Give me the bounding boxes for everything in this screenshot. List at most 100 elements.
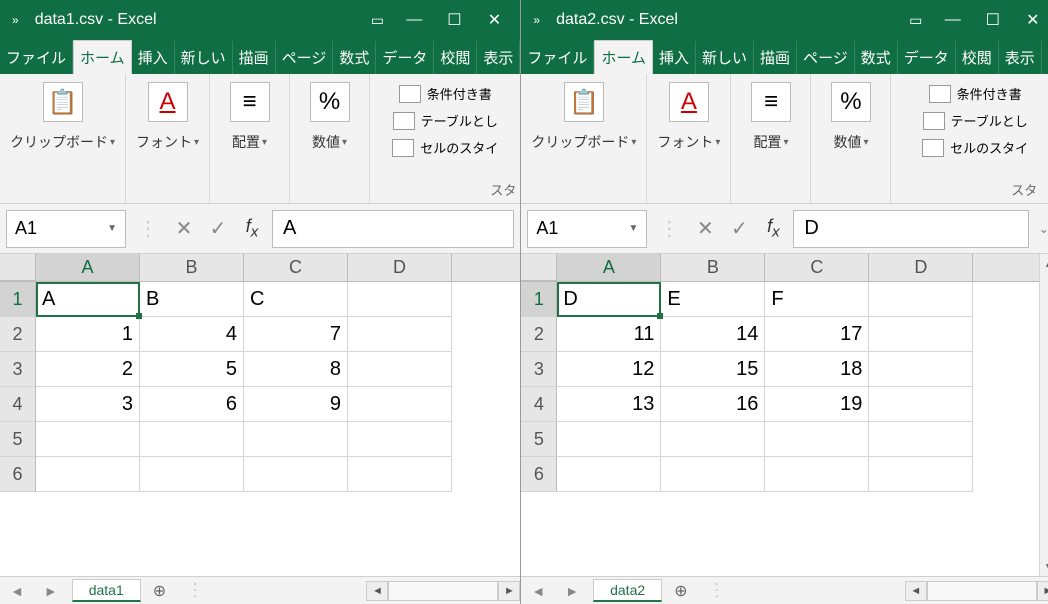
- format-as-table-button[interactable]: テーブルとし: [393, 111, 498, 130]
- cell[interactable]: F: [765, 282, 869, 317]
- cell[interactable]: D: [557, 282, 661, 317]
- tabs-overflow-icon[interactable]: ›: [1042, 45, 1048, 74]
- cell[interactable]: [348, 422, 452, 457]
- cell[interactable]: 2: [36, 352, 140, 387]
- format-as-table-button[interactable]: テーブルとし: [923, 111, 1028, 130]
- scroll-up-icon[interactable]: ▲: [1043, 256, 1048, 270]
- qat-more-icon[interactable]: »: [527, 13, 546, 27]
- tab-data[interactable]: データ: [376, 41, 434, 74]
- cell[interactable]: 4: [140, 317, 244, 352]
- tab-file[interactable]: ファイル: [0, 41, 73, 74]
- cell[interactable]: C: [244, 282, 348, 317]
- row-header[interactable]: 4: [0, 387, 36, 422]
- cell[interactable]: [36, 422, 140, 457]
- cell[interactable]: 15: [661, 352, 765, 387]
- cell[interactable]: [869, 387, 973, 422]
- tab-new[interactable]: 新しい: [696, 41, 754, 74]
- column-header[interactable]: A: [36, 254, 140, 281]
- cell[interactable]: 3: [36, 387, 140, 422]
- conditional-formatting-button[interactable]: 条件付き書: [929, 84, 1022, 103]
- cell[interactable]: A: [36, 282, 140, 317]
- tab-review[interactable]: 校閲: [434, 41, 477, 74]
- tab-home[interactable]: ホーム: [73, 40, 132, 74]
- select-all-cell[interactable]: [521, 254, 557, 281]
- cell[interactable]: B: [140, 282, 244, 317]
- cell[interactable]: 18: [765, 352, 869, 387]
- cancel-edit-icon[interactable]: ✕: [170, 216, 198, 241]
- sheet-tab[interactable]: data2: [593, 579, 662, 602]
- cell[interactable]: 13: [557, 387, 661, 422]
- row-header[interactable]: 6: [521, 457, 557, 492]
- scroll-right-icon[interactable]: ►: [1037, 581, 1048, 601]
- font-icon[interactable]: A: [669, 82, 709, 122]
- sheet-nav-prev-icon[interactable]: ◄: [0, 583, 34, 599]
- cell[interactable]: E: [661, 282, 765, 317]
- tab-formula[interactable]: 数式: [855, 41, 898, 74]
- align-icon[interactable]: ≡: [230, 82, 270, 122]
- cell[interactable]: 19: [765, 387, 869, 422]
- cell[interactable]: 1: [36, 317, 140, 352]
- row-header[interactable]: 1: [521, 282, 557, 317]
- ribbon-display-options-icon[interactable]: ▭: [899, 12, 933, 29]
- clipboard-label[interactable]: クリップボード▾: [531, 132, 636, 152]
- name-box[interactable]: A1▼: [6, 210, 126, 248]
- tab-insert[interactable]: 挿入: [132, 41, 175, 74]
- tab-view[interactable]: 表示: [999, 41, 1042, 74]
- row-header[interactable]: 6: [0, 457, 36, 492]
- cell[interactable]: [765, 457, 869, 492]
- scroll-left-icon[interactable]: ◄: [905, 581, 927, 601]
- cell[interactable]: 6: [140, 387, 244, 422]
- tab-file[interactable]: ファイル: [521, 41, 594, 74]
- cell[interactable]: [348, 387, 452, 422]
- confirm-edit-icon[interactable]: ✓: [204, 216, 232, 241]
- cell[interactable]: [36, 457, 140, 492]
- scroll-track[interactable]: [388, 581, 498, 601]
- column-header[interactable]: B: [661, 254, 765, 281]
- maximize-button[interactable]: ☐: [434, 0, 474, 40]
- cell[interactable]: [765, 422, 869, 457]
- scroll-left-icon[interactable]: ◄: [366, 581, 388, 601]
- row-header[interactable]: 5: [521, 422, 557, 457]
- fx-icon[interactable]: fx: [759, 216, 787, 241]
- minimize-button[interactable]: —: [394, 0, 434, 40]
- expand-formula-bar-icon[interactable]: ⌄: [1035, 222, 1048, 236]
- column-header[interactable]: C: [765, 254, 869, 281]
- select-all-cell[interactable]: [0, 254, 36, 281]
- qat-more-icon[interactable]: »: [6, 13, 25, 27]
- cell[interactable]: 17: [765, 317, 869, 352]
- cell[interactable]: [661, 457, 765, 492]
- sheet-nav-prev-icon[interactable]: ◄: [521, 583, 555, 599]
- cell[interactable]: [869, 317, 973, 352]
- number-icon[interactable]: %: [831, 82, 871, 122]
- cancel-edit-icon[interactable]: ✕: [691, 216, 719, 241]
- cell[interactable]: [140, 422, 244, 457]
- add-sheet-button[interactable]: ⊕: [662, 581, 699, 601]
- row-header[interactable]: 1: [0, 282, 36, 317]
- cell[interactable]: 8: [244, 352, 348, 387]
- tab-formula[interactable]: 数式: [333, 41, 376, 74]
- chevron-down-icon[interactable]: ▼: [628, 223, 638, 234]
- cell[interactable]: [244, 457, 348, 492]
- sheet-nav-next-icon[interactable]: ►: [34, 583, 68, 599]
- cell[interactable]: [348, 317, 452, 352]
- cell[interactable]: [661, 422, 765, 457]
- cell-styles-button[interactable]: セルのスタイ: [922, 138, 1028, 157]
- cell[interactable]: [348, 457, 452, 492]
- cell[interactable]: [869, 422, 973, 457]
- cell[interactable]: 5: [140, 352, 244, 387]
- column-header[interactable]: A: [557, 254, 661, 281]
- column-header[interactable]: B: [140, 254, 244, 281]
- column-header[interactable]: C: [244, 254, 348, 281]
- sheet-tab[interactable]: data1: [72, 579, 141, 602]
- tab-page[interactable]: ページ: [276, 41, 334, 74]
- close-button[interactable]: ✕: [474, 0, 514, 40]
- tab-page[interactable]: ページ: [797, 41, 855, 74]
- cell[interactable]: [557, 422, 661, 457]
- chevron-down-icon[interactable]: ▼: [107, 223, 117, 234]
- scroll-down-icon[interactable]: ▼: [1043, 560, 1048, 574]
- cell[interactable]: [869, 352, 973, 387]
- clipboard-icon[interactable]: 📋: [564, 82, 604, 122]
- cell-styles-button[interactable]: セルのスタイ: [392, 138, 498, 157]
- cell[interactable]: 12: [557, 352, 661, 387]
- cell[interactable]: 14: [661, 317, 765, 352]
